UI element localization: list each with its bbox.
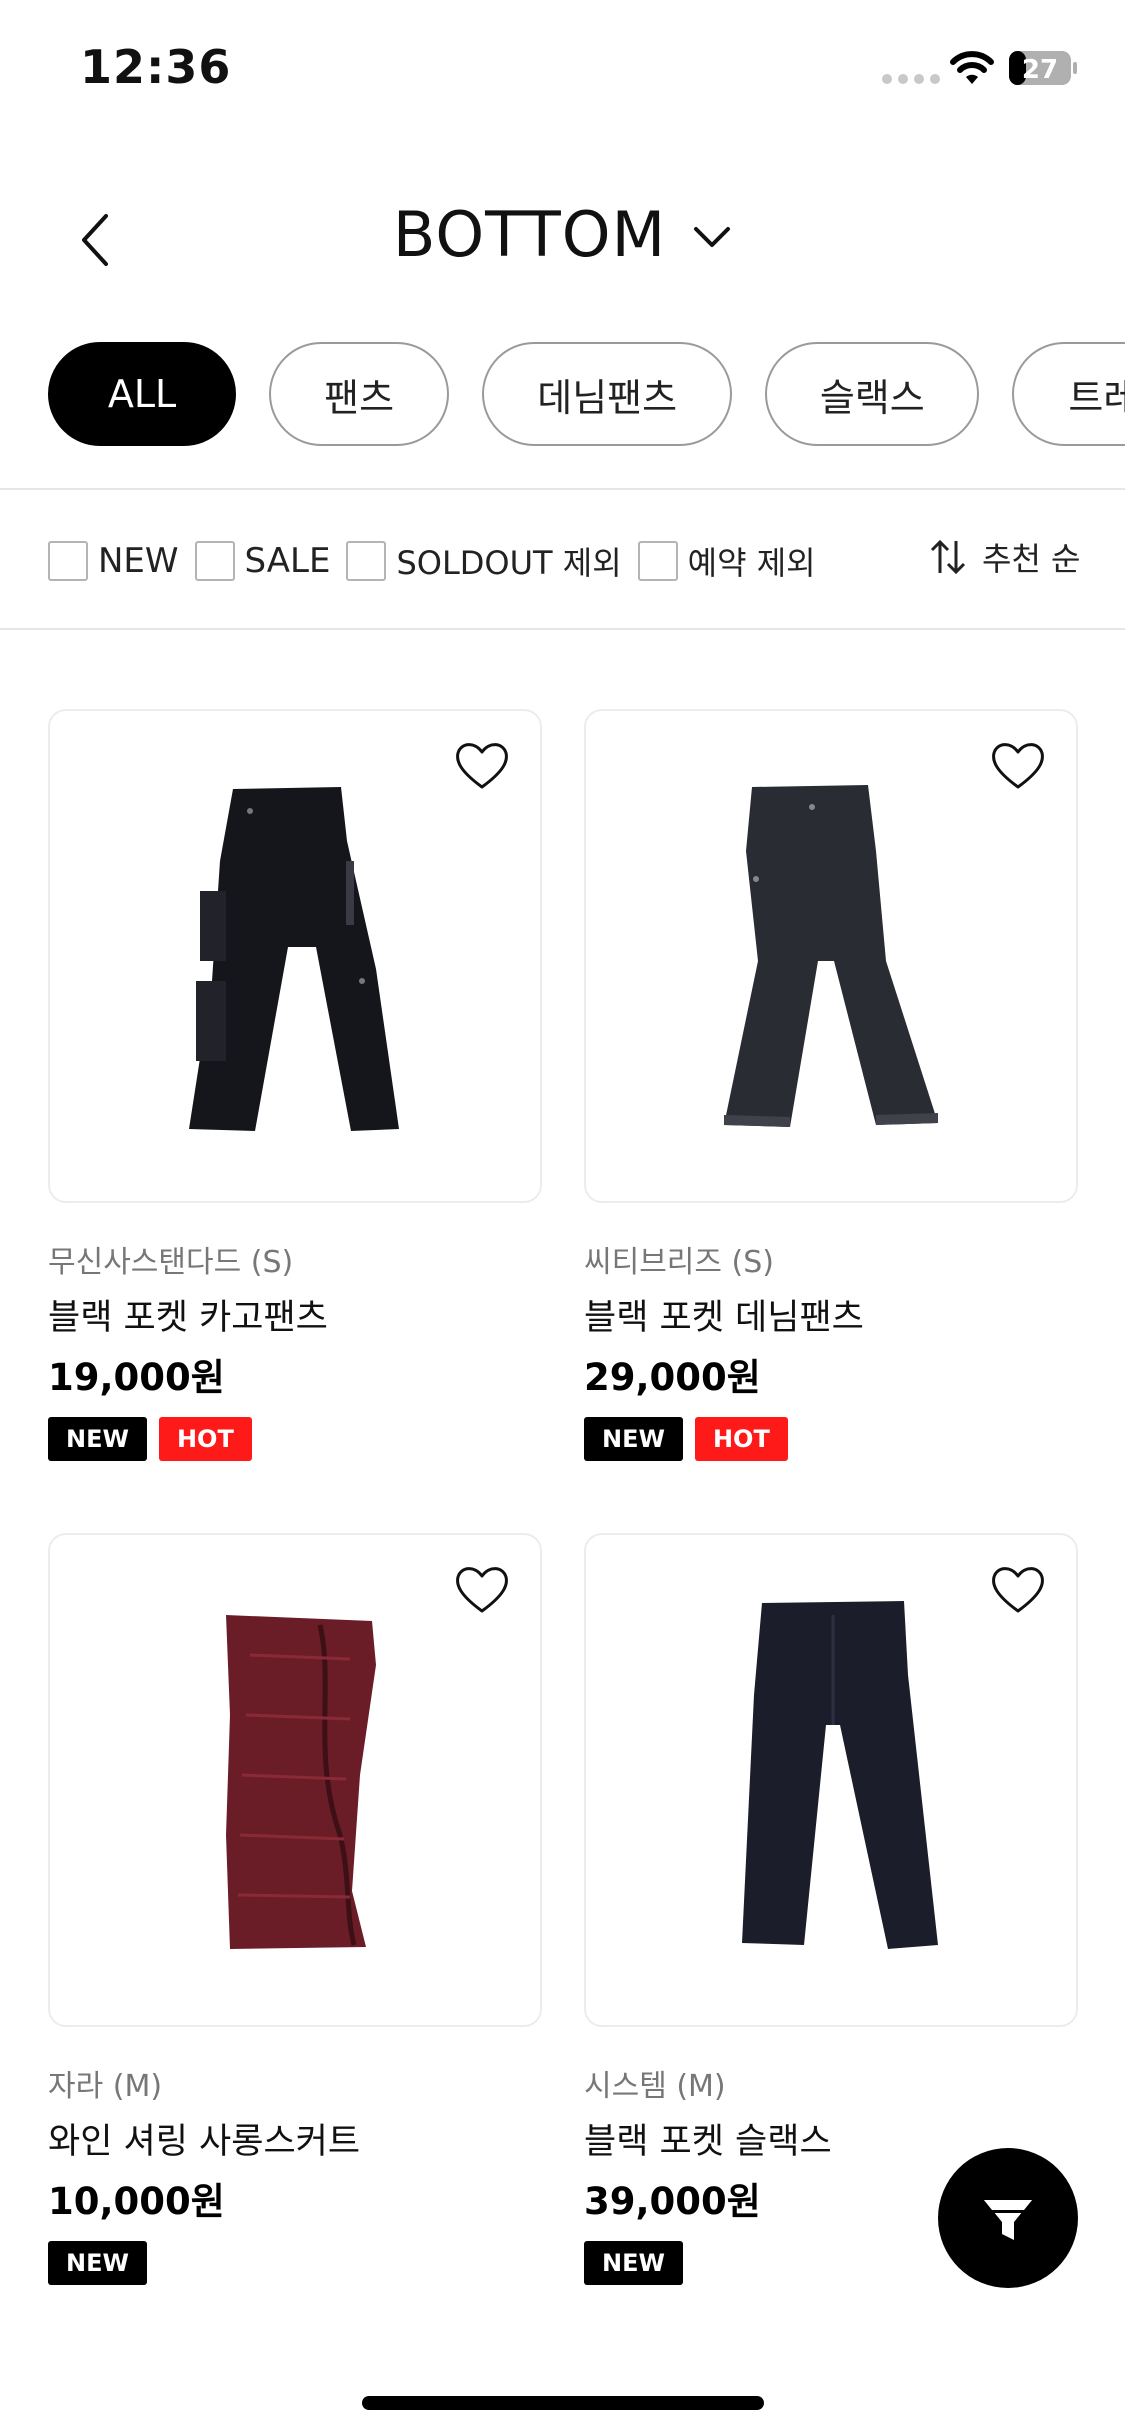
product-image[interactable] [48, 1533, 542, 2027]
new-badge: NEW [48, 1417, 147, 1461]
product-price: 19,000원 [48, 1356, 225, 1399]
product-name[interactable]: 블랙 포켓 카고팬츠 [48, 1289, 542, 1338]
filter-reserve-label: 예약 제외 [687, 544, 816, 582]
filter-reserve[interactable]: 예약 제외 [637, 538, 816, 584]
heart-outline-icon[interactable] [454, 1565, 510, 1615]
new-badge: NEW [584, 2241, 683, 2285]
product-badges: NEW HOT [584, 1417, 1078, 1461]
battery-icon: 27 [1009, 51, 1077, 85]
divider [0, 628, 1125, 630]
new-badge: NEW [48, 2241, 147, 2285]
chip-training[interactable]: 트레 [1012, 342, 1125, 446]
sort-label: 추천 순 [982, 540, 1081, 578]
home-indicator[interactable] [362, 2396, 764, 2410]
new-checkbox[interactable] [48, 541, 88, 581]
battery-level: 27 [1022, 55, 1058, 85]
reserve-checkbox[interactable] [637, 541, 678, 581]
product-card[interactable]: 씨티브리즈 (S) 블랙 포켓 데님팬츠 29,000원 NEW HOT [584, 709, 1078, 1461]
product-name[interactable]: 블랙 포켓 데님팬츠 [584, 1289, 1078, 1338]
chip-denim-pants[interactable]: 데님팬츠 [482, 342, 733, 446]
product-brand: 무신사스탠다드 (S) [48, 1245, 294, 1280]
product-card[interactable]: 무신사스탠다드 (S) 블랙 포켓 카고팬츠 19,000원 NEW HOT [48, 709, 542, 1461]
filter-soldout[interactable]: SOLDOUT 제외 [346, 538, 622, 584]
filter-sale[interactable]: SALE [194, 541, 331, 581]
product-badges: NEW [48, 2241, 542, 2285]
header: BOTTOM [0, 180, 1125, 300]
product-image[interactable] [584, 1533, 1078, 2027]
product-image[interactable] [584, 709, 1078, 1203]
sort-arrows-icon [930, 539, 966, 575]
filter-new-label: NEW [98, 541, 179, 581]
chip-all[interactable]: ALL [48, 342, 236, 446]
filter-funnel-icon [984, 2200, 1032, 2240]
category-chips: ALL 팬츠 데님팬츠 슬랙스 트레 [48, 342, 1125, 446]
product-brand: 시스템 (M) [584, 2069, 726, 2104]
heart-outline-icon[interactable] [990, 741, 1046, 791]
status-bar: 12:36 27 [0, 0, 1125, 140]
chevron-down-icon [694, 226, 731, 247]
product-price: 10,000원 [48, 2180, 225, 2223]
product-brand: 자라 (M) [48, 2069, 163, 2104]
filter-new[interactable]: NEW [48, 541, 179, 581]
product-price: 29,000원 [584, 1356, 761, 1399]
chip-slacks[interactable]: 슬랙스 [765, 342, 980, 446]
hot-badge: HOT [158, 1417, 252, 1461]
hot-badge: HOT [694, 1417, 788, 1461]
product-image[interactable] [48, 709, 542, 1203]
cellular-signal-icon [882, 74, 940, 84]
heart-outline-icon[interactable] [454, 741, 510, 791]
new-badge: NEW [584, 1417, 683, 1461]
product-name[interactable]: 와인 셔링 사롱스커트 [48, 2113, 542, 2162]
chip-pants[interactable]: 팬츠 [269, 342, 450, 446]
sort-button[interactable]: 추천 순 [928, 534, 1081, 580]
status-time: 12:36 [80, 40, 232, 94]
page-title: BOTTOM [392, 198, 667, 271]
filter-soldout-label: SOLDOUT 제외 [396, 544, 622, 582]
filter-row: NEW SALE SOLDOUT 제외 예약 제외 [48, 538, 832, 584]
category-title-dropdown[interactable]: BOTTOM [0, 198, 1125, 271]
product-card[interactable]: 자라 (M) 와인 셔링 사롱스커트 10,000원 NEW [48, 1533, 542, 2285]
sale-checkbox[interactable] [194, 541, 235, 581]
heart-outline-icon[interactable] [990, 1565, 1046, 1615]
divider [0, 488, 1125, 490]
filter-sale-label: SALE [244, 541, 331, 581]
wifi-icon [950, 51, 994, 84]
filter-fab-button[interactable] [938, 2148, 1078, 2288]
product-badges: NEW HOT [48, 1417, 542, 1461]
product-brand: 씨티브리즈 (S) [584, 1245, 774, 1280]
soldout-checkbox[interactable] [346, 541, 387, 581]
